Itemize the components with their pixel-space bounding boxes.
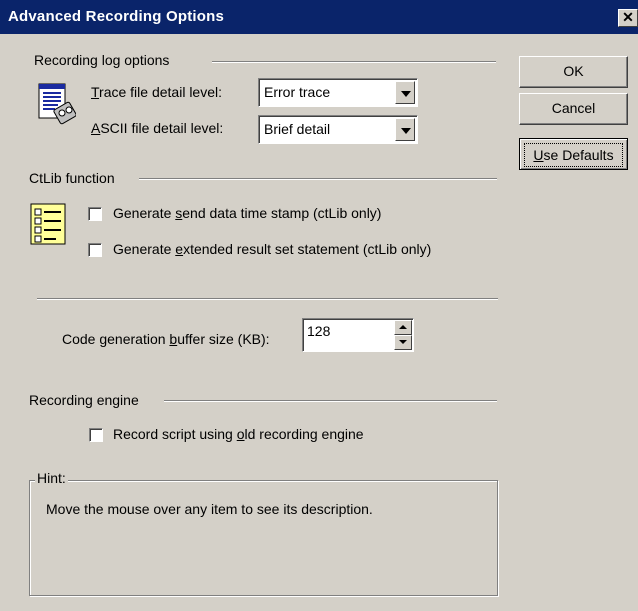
recording-engine-separator — [164, 400, 497, 402]
opt2-pre: Generate — [113, 241, 176, 257]
ctlib-heading: CtLib function — [29, 170, 115, 186]
ascii-level-select[interactable]: Brief detail — [258, 115, 418, 144]
use-defaults-text: se Defaults — [543, 147, 614, 163]
trace-level-value: Error trace — [264, 84, 331, 100]
buffer-size-value[interactable]: 128 — [307, 323, 330, 339]
buffer-size-label: Code generation buffer size (KB): — [62, 331, 270, 347]
cancel-button[interactable]: Cancel — [519, 93, 628, 125]
ascii-label-text: SCII file detail level: — [100, 120, 224, 136]
chevron-down-icon[interactable] — [395, 118, 415, 141]
engine-post: ld recording engine — [244, 426, 364, 442]
cancel-button-label: Cancel — [551, 100, 596, 116]
chevron-down-icon[interactable] — [395, 81, 415, 104]
ok-button-label: OK — [563, 63, 584, 79]
use-defaults-label: Use Defaults — [522, 141, 625, 169]
engine-pre: Record script using — [113, 426, 237, 442]
trace-mnemonic: T — [91, 84, 100, 100]
opt2-post: xtended result set statement (ctLib only… — [183, 241, 432, 257]
spin-down-icon[interactable] — [394, 335, 412, 350]
checklist-icon — [30, 201, 68, 245]
trace-level-select[interactable]: Error trace — [258, 78, 418, 107]
ascii-mnemonic: A — [91, 120, 101, 136]
old-engine-label[interactable]: Record script using old recording engine — [113, 426, 364, 442]
log-file-icon — [38, 83, 77, 125]
window-title: Advanced Recording Options — [8, 8, 225, 25]
buffer-pre: Code generation — [62, 331, 170, 347]
middle-separator — [37, 298, 498, 300]
use-defaults-button[interactable]: Use Defaults — [519, 138, 628, 170]
extended-result-label[interactable]: Generate extended result set statement (… — [113, 241, 431, 257]
title-bar: Advanced Recording Options ✕ — [0, 0, 638, 34]
ascii-level-value: Brief detail — [264, 121, 331, 137]
trace-level-label: Trace file detail level: — [91, 84, 222, 100]
ctlib-separator — [139, 178, 497, 180]
recording-engine-heading: Recording engine — [29, 392, 139, 408]
send-timestamp-checkbox[interactable] — [88, 207, 102, 221]
hint-groupbox — [29, 480, 498, 596]
spin-up-icon[interactable] — [394, 320, 412, 335]
opt1-post: end data time stamp (ctLib only) — [182, 205, 382, 221]
close-button[interactable]: ✕ — [618, 9, 638, 27]
hint-text: Move the mouse over any item to see its … — [46, 501, 373, 517]
opt1-pre: Generate — [113, 205, 176, 221]
use-defaults-mnemonic: U — [533, 147, 544, 163]
trace-label-text: race file detail level: — [99, 84, 222, 100]
extended-result-checkbox[interactable] — [88, 243, 102, 257]
opt2-mnemonic: e — [175, 241, 184, 257]
send-timestamp-label[interactable]: Generate send data time stamp (ctLib onl… — [113, 205, 381, 221]
engine-mnemonic: o — [236, 426, 245, 442]
buffer-size-stepper[interactable]: 128 — [302, 318, 414, 352]
close-icon: ✕ — [622, 9, 634, 25]
ascii-level-label: ASCII file detail level: — [91, 120, 223, 136]
ok-button[interactable]: OK — [519, 56, 628, 88]
recording-log-heading: Recording log options — [34, 52, 170, 68]
old-engine-checkbox[interactable] — [89, 428, 103, 442]
recording-log-separator — [212, 61, 496, 63]
buffer-post: uffer size (KB): — [177, 331, 270, 347]
hint-heading: Hint: — [35, 470, 68, 486]
